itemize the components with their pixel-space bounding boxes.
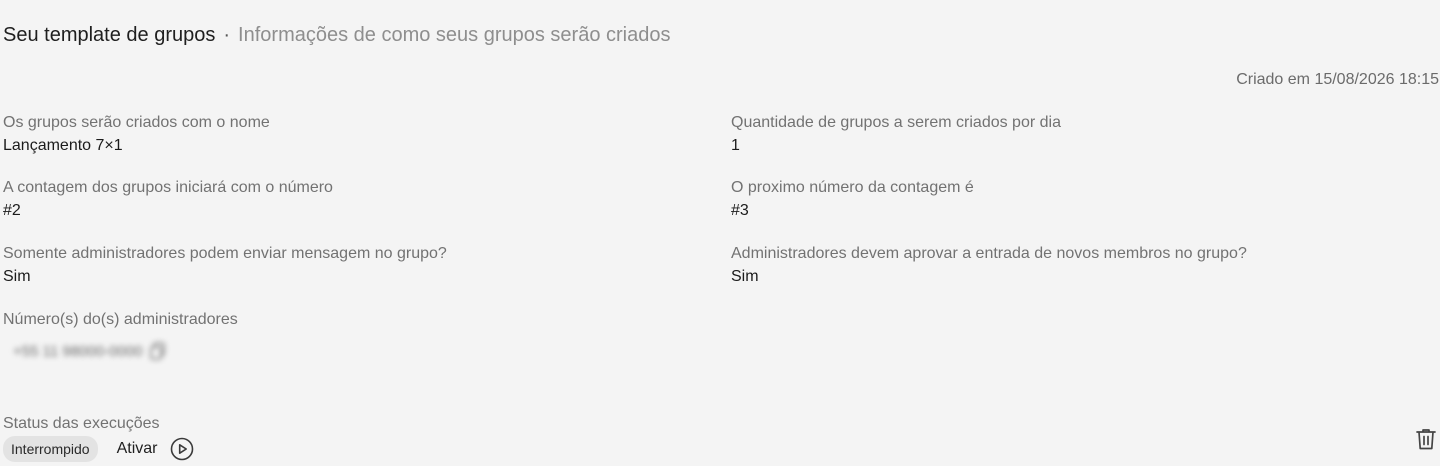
- groups-per-day-label: Quantidade de grupos a serem criados por…: [731, 114, 1061, 131]
- admin-numbers-label: Número(s) do(s) administradores: [3, 311, 238, 328]
- admins-approve-field: Administradores devem aprovar a entrada …: [731, 244, 1247, 287]
- only-admins-send-value: Sim: [3, 268, 31, 285]
- page-title: Seu template de grupos: [3, 24, 216, 46]
- next-count-value: #3: [731, 202, 749, 219]
- group-name-label: Os grupos serão criados com o nome: [3, 114, 270, 131]
- group-name-value: Lançamento 7×1: [3, 137, 123, 154]
- admin-number-value: +55 11 98000-0000: [13, 342, 143, 360]
- activate-button-label: Ativar: [116, 440, 158, 457]
- created-timestamp: Criado em 15/08/2026 18:15: [1236, 71, 1439, 88]
- count-start-field: A contagem dos grupos iniciará com o núm…: [3, 178, 333, 221]
- admins-approve-label: Administradores devem aprovar a entrada …: [731, 245, 1247, 262]
- status-badge: Interrompido: [3, 436, 98, 462]
- only-admins-send-label: Somente administradores podem enviar men…: [3, 245, 447, 262]
- group-name-field: Os grupos serão criados com o nome Lança…: [3, 113, 270, 156]
- activate-button[interactable]: Ativar: [117, 437, 194, 461]
- admin-numbers-field: Número(s) do(s) administradores +55 11 9…: [3, 310, 238, 360]
- groups-per-day-value: 1: [731, 137, 740, 154]
- count-start-value: #2: [3, 202, 21, 219]
- next-count-label: O proximo número da contagem é: [731, 179, 974, 196]
- page-header: Seu template de grupos · Informações de …: [3, 24, 671, 47]
- admin-number-item: +55 11 98000-0000: [13, 342, 238, 360]
- group-template-panel: Seu template de grupos · Informações de …: [0, 0, 1440, 466]
- play-circle-icon[interactable]: [170, 437, 194, 461]
- trash-icon[interactable]: [1415, 427, 1437, 451]
- next-count-field: O proximo número da contagem é #3: [731, 178, 974, 221]
- title-separator: ·: [223, 24, 231, 46]
- copy-icon[interactable]: [150, 342, 166, 360]
- groups-per-day-field: Quantidade de grupos a serem criados por…: [731, 113, 1061, 156]
- execution-status-label: Status das execuções: [3, 415, 160, 432]
- count-start-label: A contagem dos grupos iniciará com o núm…: [3, 179, 333, 196]
- admins-approve-value: Sim: [731, 268, 759, 285]
- execution-status: Status das execuções Interrompido Ativar: [3, 414, 194, 462]
- page-subtitle: Informações de como seus grupos serão cr…: [238, 24, 671, 46]
- only-admins-send-field: Somente administradores podem enviar men…: [3, 244, 447, 287]
